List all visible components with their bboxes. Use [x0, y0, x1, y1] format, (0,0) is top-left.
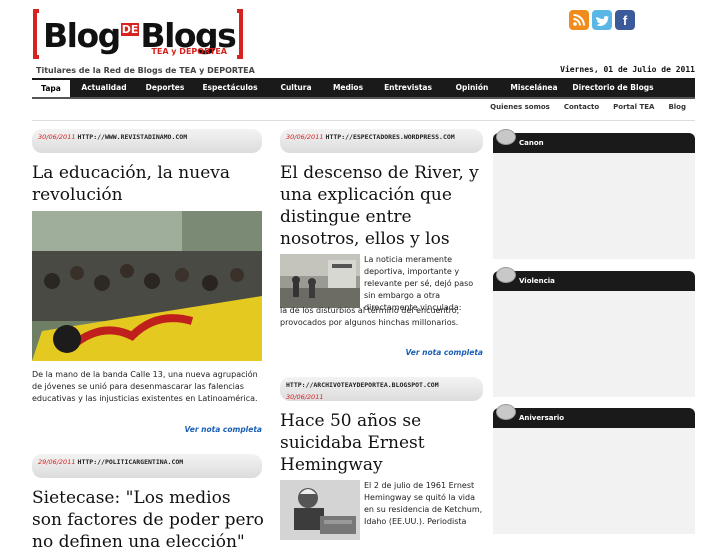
subnav-blog[interactable]: Blog	[661, 102, 693, 112]
article-photo[interactable]	[32, 211, 262, 361]
sidebar-widget-violencia-body	[493, 291, 695, 397]
widget-title: Aniversario	[519, 414, 565, 422]
article-source-link[interactable]: HTTP://ESPECTADORES.WORDPRESS.COM	[326, 133, 455, 141]
subnav-portal-tea[interactable]: Portal TEA	[606, 102, 661, 112]
article-thumbnail[interactable]	[280, 480, 360, 540]
read-more-link[interactable]: Ver nota completa	[32, 425, 263, 434]
logo-bracket-right	[237, 9, 243, 59]
article-source-link[interactable]: HTTP://ARCHIVOTEAYDEPORTEA.BLOGSPOT.COM	[286, 381, 439, 389]
nav-tab-actualidad[interactable]: Actualidad	[70, 78, 138, 97]
article-meta: HTTP://ARCHIVOTEAYDEPORTEA.BLOGSPOT.COM …	[280, 377, 483, 401]
nav-tab-cultura[interactable]: Cultura	[268, 78, 324, 97]
article-meta: 30/06/2011 HTTP://WWW.REVISTADINAMO.COM	[32, 129, 262, 153]
nav-underline	[32, 97, 695, 99]
subnav-contacto[interactable]: Contacto	[557, 102, 606, 112]
nav-tab-opinion[interactable]: Opinión	[444, 78, 500, 97]
article-meta: 30/06/2011 HTTP://ESPECTADORES.WORDPRESS…	[280, 129, 483, 153]
social-icons: f	[569, 10, 635, 30]
widget-title: Violencia	[519, 277, 555, 285]
article-excerpt: El 2 de julio de 1961 Ernest Hemingway s…	[364, 481, 483, 526]
nav-tab-deportes[interactable]: Deportes	[138, 78, 192, 97]
article-date: 29/06/2011	[38, 458, 76, 466]
nav-tab-tapa[interactable]: Tapa	[32, 78, 70, 97]
current-date: Viernes, 01 de Julio de 2011	[560, 65, 695, 74]
speech-bubble-icon	[496, 129, 516, 145]
article-excerpt: De la mano de la banda Calle 13, una nue…	[32, 370, 258, 403]
article-source-link[interactable]: HTTP://WWW.REVISTADINAMO.COM	[78, 133, 188, 141]
read-more-link[interactable]: Ver nota completa	[280, 348, 484, 357]
nav-tab-espectaculos[interactable]: Espectáculos	[192, 78, 268, 97]
article-title[interactable]: La educación, la nueva revolución	[32, 162, 264, 206]
nav-tab-entrevistas[interactable]: Entrevistas	[372, 78, 444, 97]
article-date: 30/06/2011	[38, 133, 76, 141]
sidebar-widget-canon-body	[493, 153, 695, 259]
site-logo[interactable]: Blog DEBlogs TEA y DEPORTEA	[33, 9, 243, 61]
article-excerpt-continued: la de los disturbios al término del encu…	[280, 306, 460, 327]
article-thumbnail[interactable]	[280, 254, 360, 308]
article-source-link[interactable]: HTTP://POLITICARGENTINA.COM	[78, 458, 184, 466]
nav-tab-directorio[interactable]: Directorio de Blogs	[568, 78, 658, 97]
article-meta: 29/06/2011 HTTP://POLITICARGENTINA.COM	[32, 454, 262, 478]
sidebar-widget-violencia-header[interactable]: Violencia	[493, 267, 695, 291]
facebook-icon[interactable]: f	[615, 10, 635, 30]
article-date: 30/06/2011	[286, 133, 324, 141]
speech-bubble-icon	[496, 404, 516, 420]
widget-title: Canon	[519, 139, 544, 147]
sidebar-widget-aniversario-header[interactable]: Aniversario	[493, 404, 695, 428]
logo-subtitle: TEA y DEPORTEA	[151, 47, 227, 56]
article-title[interactable]: Hace 50 años se suicidaba Ernest Hemingw…	[280, 410, 484, 476]
sidebar-widget-canon-header[interactable]: Canon	[493, 129, 695, 153]
logo-bracket-left	[33, 9, 39, 59]
speech-bubble-icon	[496, 267, 516, 283]
main-nav: Tapa Actualidad Deportes Espectáculos Cu…	[32, 78, 695, 97]
site-tagline: Titulares de la Red de Blogs de TEA y DE…	[36, 66, 255, 75]
header-divider	[32, 120, 695, 121]
article-date: 30/06/2011	[286, 393, 324, 401]
nav-tab-medios[interactable]: Medios	[324, 78, 372, 97]
rss-icon[interactable]	[569, 10, 589, 30]
subnav-quienes-somos[interactable]: Quienes somos	[483, 102, 557, 112]
nav-tab-miscelanea[interactable]: Miscelánea	[500, 78, 568, 97]
sidebar-widget-aniversario-body	[493, 428, 695, 534]
article-title[interactable]: Sietecase: "Los medios son factores de p…	[32, 487, 264, 553]
twitter-icon[interactable]	[592, 10, 612, 30]
secondary-nav: Quienes somos Contacto Portal TEA Blog	[483, 102, 693, 112]
